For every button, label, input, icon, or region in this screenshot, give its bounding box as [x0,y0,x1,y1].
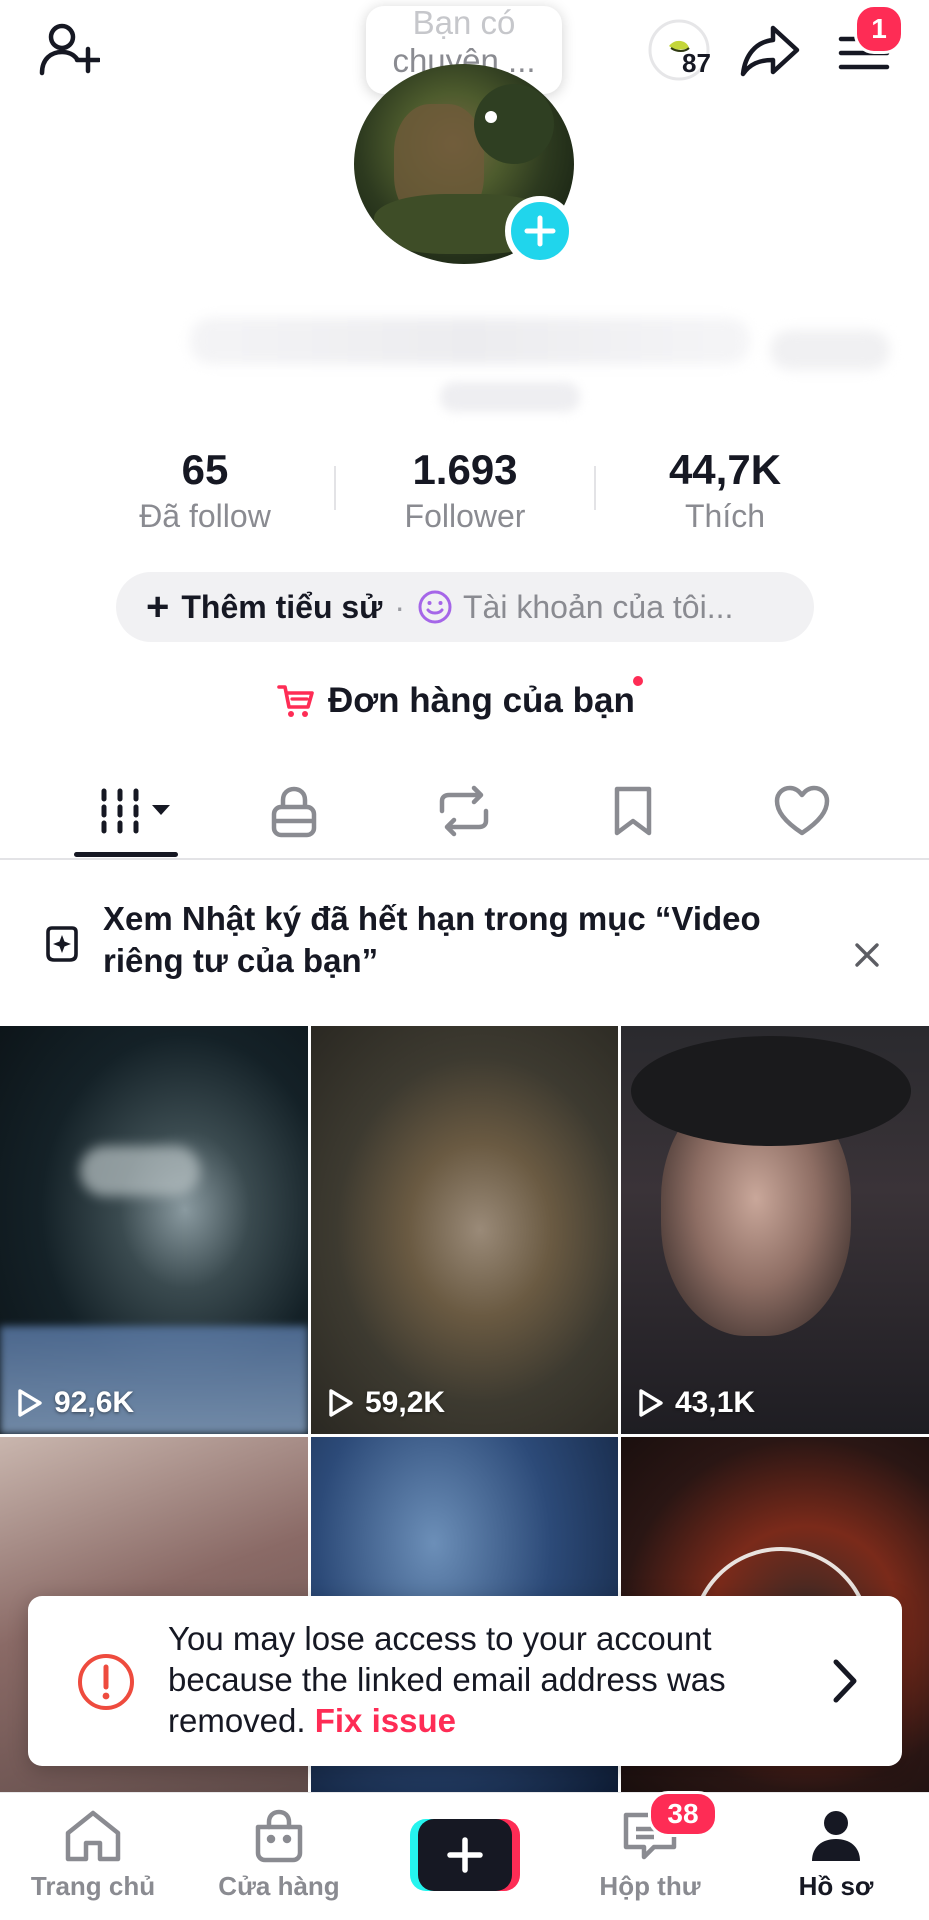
plus-icon: + [146,585,170,629]
blurred-handle [440,382,580,412]
close-icon[interactable] [852,940,882,970]
nav-inbox-label: Hộp thư [599,1871,701,1901]
account-warning-banner[interactable]: You may lose access to your account beca… [28,1596,902,1766]
tab-reposts[interactable] [414,776,514,846]
orders-dot [632,676,643,686]
smiley-icon [418,590,452,624]
note-pointer-dot [485,111,497,123]
coin-count: 87 [682,48,711,78]
nav-profile[interactable]: Hồ sơ [746,1807,926,1902]
following-count: 65 [181,446,229,493]
tab-saved[interactable] [583,776,683,846]
shopping-bag-icon [255,1809,303,1863]
chevron-right-icon[interactable] [828,1656,862,1706]
nav-shop-label: Cửa hàng [218,1871,340,1901]
sparkle-badge-icon [46,926,78,962]
profile-icon [812,1811,860,1861]
view-count: 43,1K [637,1386,755,1420]
blurred-decoration [770,330,890,370]
home-icon [65,1810,121,1862]
account-label[interactable]: Tài khoản của tôi... [463,589,733,626]
inbox-badge: 38 [648,1791,718,1837]
bio-separator: · [394,588,405,625]
bio-pill[interactable]: + Thêm tiểu sử · Tài khoản của tôi... [116,572,814,642]
coins-button[interactable]: 87 [638,18,720,82]
tab-private[interactable] [244,776,344,846]
repost-icon [439,785,489,837]
menu-badge: 1 [854,4,904,54]
followers-label: Follower [404,498,526,534]
heart-icon [774,785,830,836]
play-icon [639,1389,663,1417]
nav-home-label: Trang chủ [30,1871,156,1901]
profile-tabs [0,760,929,860]
nav-profile-label: Hồ sơ [798,1871,874,1901]
cart-icon [277,685,314,717]
likes-label: Thích [684,498,766,534]
video-tile[interactable]: 43,1K [621,1026,929,1434]
tab-active-indicator [74,852,178,857]
play-icon [329,1389,353,1417]
view-count: 59,2K [327,1386,445,1420]
warning-message: You may lose access to your account beca… [168,1618,788,1741]
likes-count: 44,7K [668,446,782,493]
stat-divider [334,466,336,510]
orders-label: Đơn hàng của bạn [328,681,635,720]
expired-diary-notice[interactable]: Xem Nhật ký đã hết hạn trong mục “Video … [0,862,929,1024]
bookmark-icon [614,786,652,836]
plus-icon [524,215,556,247]
create-button[interactable] [410,1819,520,1891]
stat-following[interactable]: 65 Đã follow [85,444,325,536]
followers-count: 1.693 [412,446,518,493]
nav-shop[interactable]: Cửa hàng [189,1807,369,1902]
notice-text: Xem Nhật ký đã hết hạn trong mục “Video … [103,900,761,979]
add-avatar-button[interactable] [505,196,575,266]
note-faded-text: Bạn có [412,6,516,41]
following-label: Đã follow [139,498,271,534]
orders-link[interactable]: Đơn hàng của bạn [276,674,643,728]
grid-icon [101,788,170,834]
lock-icon [271,786,317,838]
nav-home[interactable]: Trang chủ [3,1807,183,1902]
add-bio-label[interactable]: Thêm tiểu sử [181,589,382,626]
plus-icon [418,1819,512,1891]
tab-liked[interactable] [752,776,852,846]
fix-issue-link[interactable]: Fix issue [315,1702,456,1739]
blurred-username [190,318,750,364]
stat-likes[interactable]: 44,7K Thích [605,444,845,536]
video-tile[interactable]: 59,2K [311,1026,618,1434]
play-icon [18,1389,42,1417]
alert-icon [78,1654,134,1710]
bottom-nav: Trang chủ Cửa hàng Hộp thư 38 Hồ sơ [0,1791,929,1920]
video-tile[interactable]: 92,6K [0,1026,308,1434]
stat-divider [594,466,596,510]
view-count: 92,6K [16,1386,134,1420]
stat-followers[interactable]: 1.693 Follower [345,444,585,536]
add-friend-icon[interactable] [30,14,106,84]
share-icon[interactable] [736,16,804,84]
tab-videos[interactable] [80,776,180,846]
